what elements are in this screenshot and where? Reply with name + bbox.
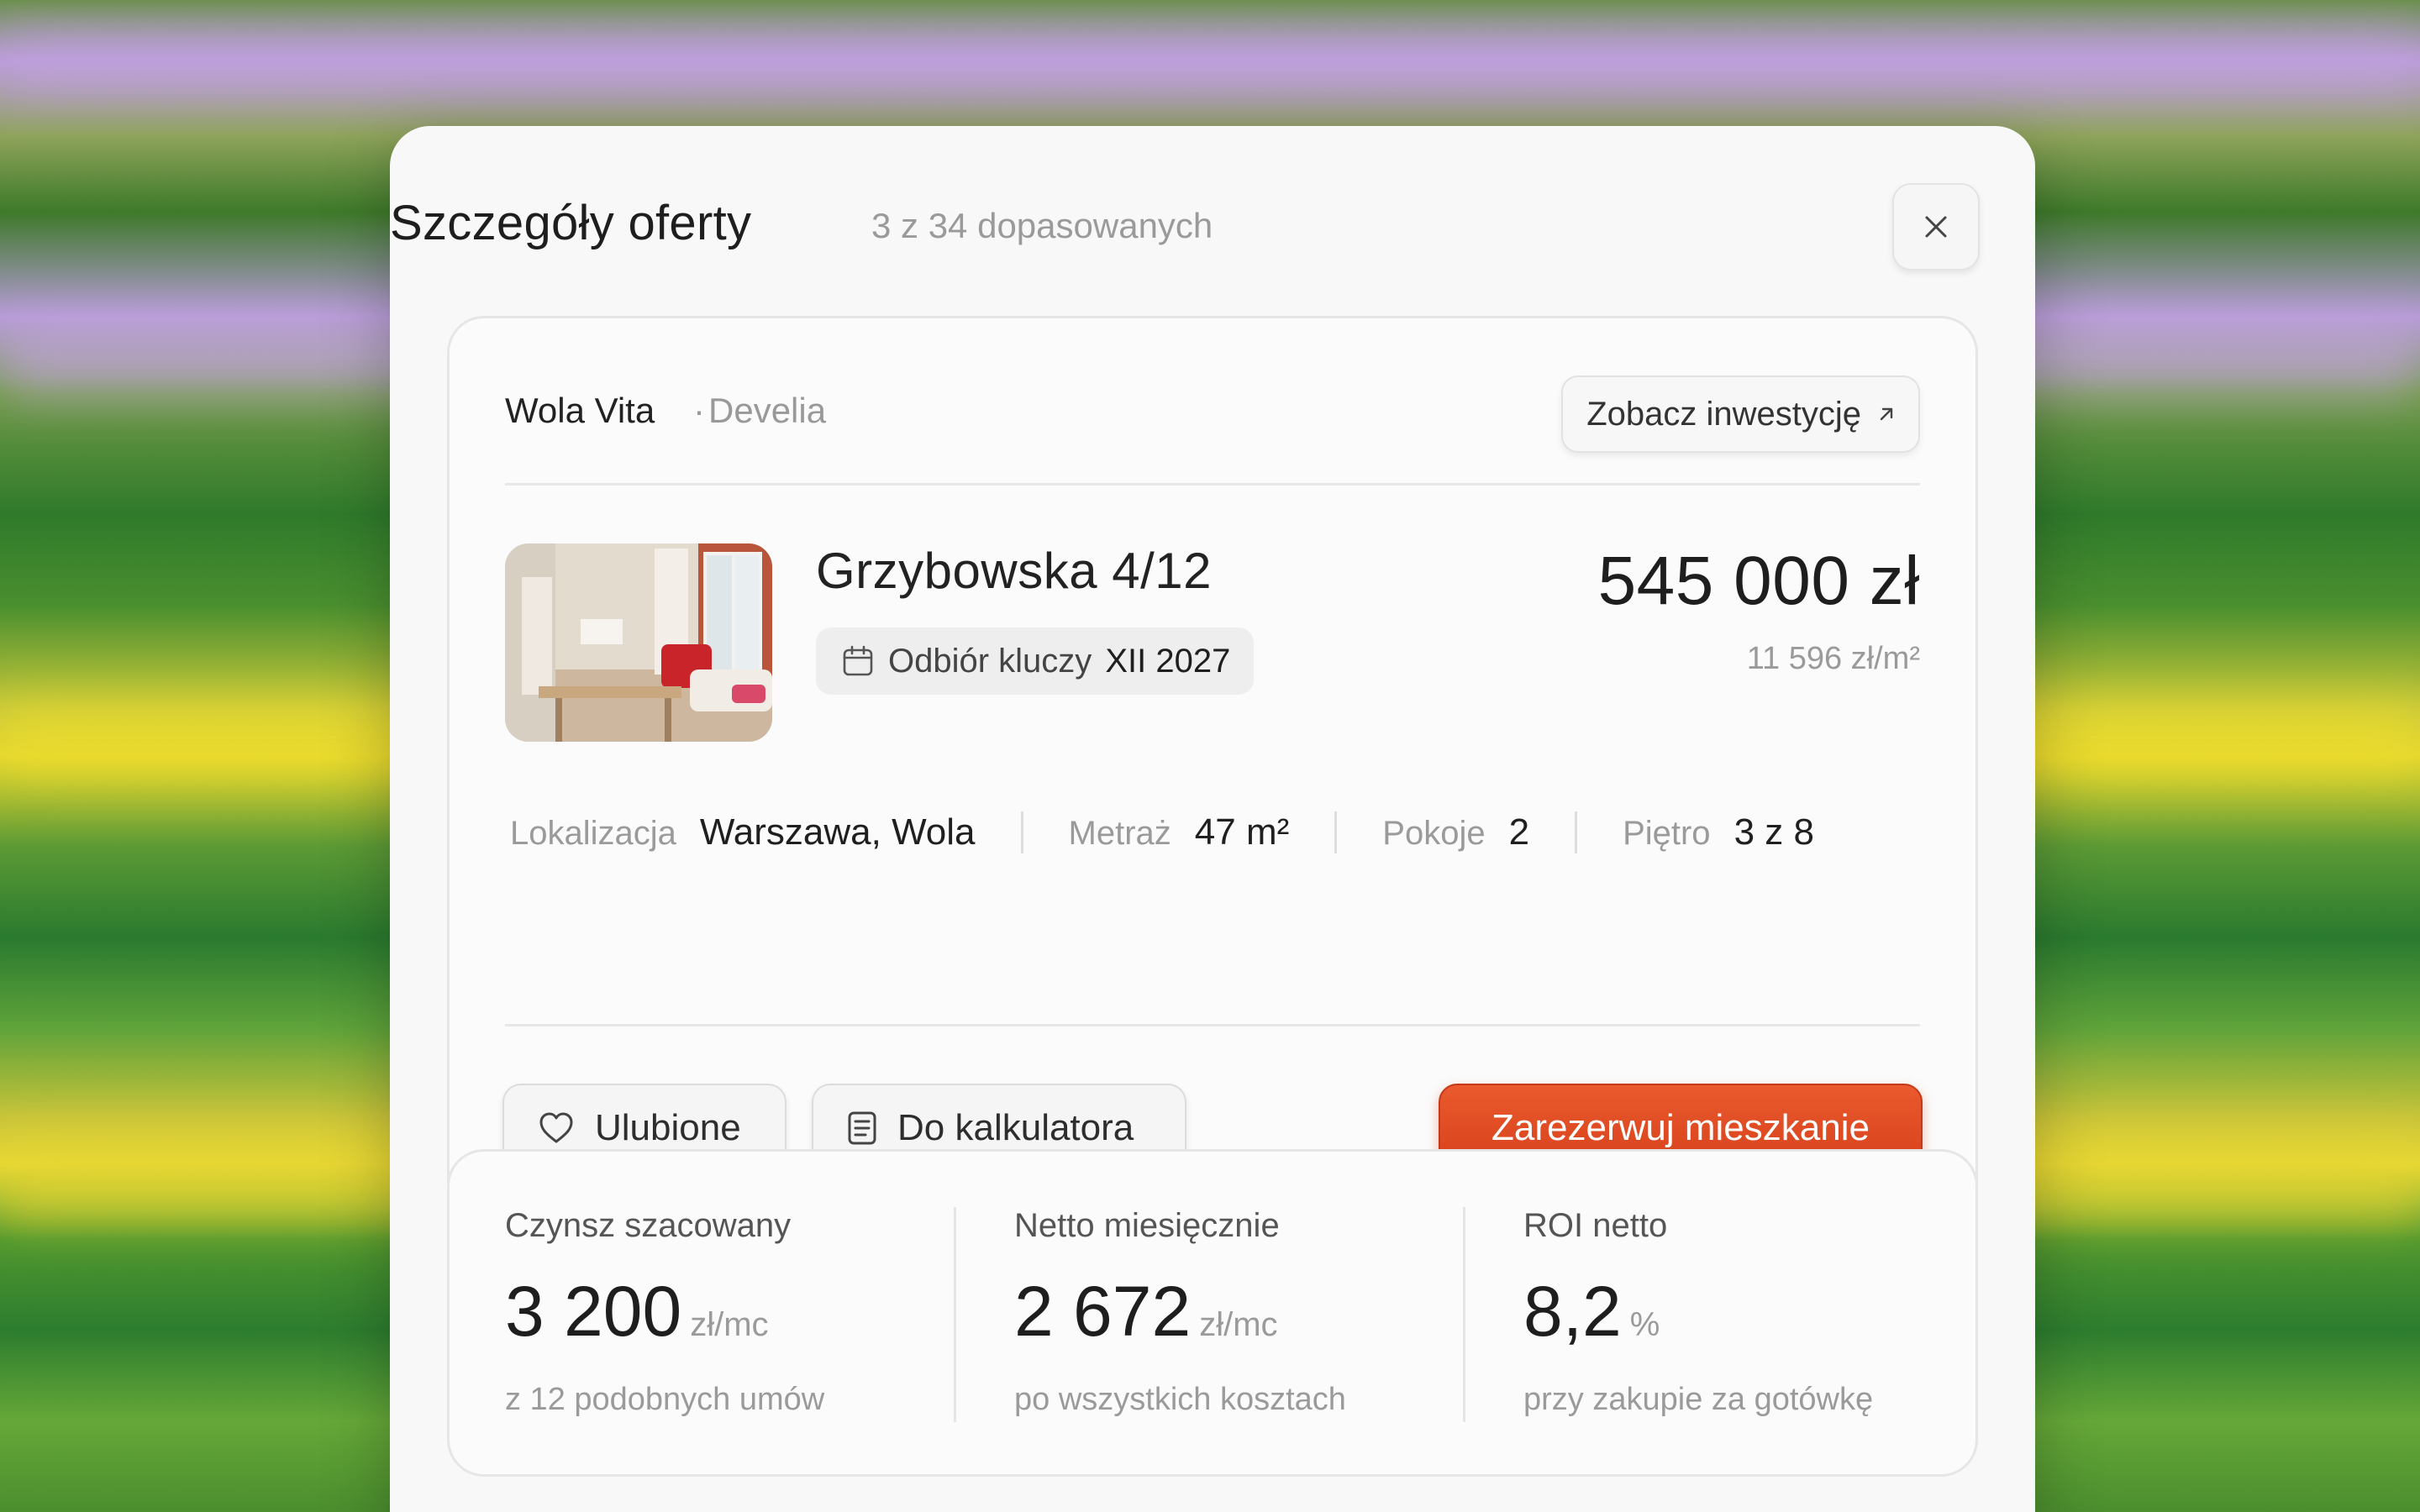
price: 545 000 zł	[1597, 543, 1920, 619]
developer-name: Develia	[708, 391, 827, 430]
spec-separator	[1020, 811, 1023, 853]
stat-divider	[954, 1207, 956, 1422]
apartment-address: Grzybowska 4/12	[816, 543, 1213, 599]
stat-label: Czynsz szacowany	[505, 1207, 792, 1244]
apartment-photo[interactable]	[505, 543, 772, 742]
stat-note: przy zakupie za gotówkę	[1523, 1382, 1874, 1417]
spec-label: Metraż	[1068, 815, 1171, 852]
spec-value: 3 z 8	[1733, 811, 1814, 853]
calculator-label: Do kalkulatora	[897, 1107, 1134, 1148]
calendar-icon	[843, 645, 873, 676]
close-button[interactable]	[1892, 183, 1980, 270]
spec-value: 47 m²	[1194, 811, 1290, 853]
spec-rooms: Pokoje 2	[1382, 811, 1529, 853]
spec-separator	[1334, 811, 1338, 853]
document-icon	[848, 1111, 876, 1145]
divider	[505, 483, 1920, 486]
spec-location: Lokalizacja Warszawa, Wola	[510, 811, 976, 853]
heart-icon	[539, 1112, 573, 1143]
view-investment-label: Zobacz inwestycję	[1586, 395, 1861, 433]
offer-details-modal: Szczegóły oferty 3 z 34 dopasowanych Wol…	[390, 126, 2035, 1512]
stat-note: z 12 podobnych umów	[505, 1382, 825, 1417]
stat-value: 8,2%	[1523, 1272, 1660, 1351]
favorite-label: Ulubione	[595, 1107, 741, 1148]
stat-label: ROI netto	[1523, 1207, 1668, 1244]
stat-unit: zł/mc	[1199, 1306, 1278, 1343]
investment-name: Wola Vita	[505, 391, 655, 430]
spec-value: 2	[1508, 811, 1530, 853]
spec-area: Metraż 47 m²	[1069, 811, 1290, 853]
keys-label: Odbiór kluczy	[888, 642, 1092, 680]
separator-dot: ·	[693, 391, 705, 430]
keys-handover-badge: Odbiór kluczy XII 2027	[816, 627, 1255, 695]
stat-divider	[1463, 1207, 1465, 1422]
close-icon	[1925, 216, 1947, 238]
match-counter: 3 z 34 dopasowanych	[871, 206, 1213, 245]
background-streak	[0, 34, 2420, 92]
reserve-label: Zarezerwuj mieszkanie	[1491, 1107, 1870, 1148]
spec-label: Piętro	[1623, 815, 1711, 852]
stat-label: Netto miesięcznie	[1014, 1207, 1280, 1244]
specs-row: Lokalizacja Warszawa, Wola Metraż 47 m² …	[510, 799, 1814, 866]
spec-label: Lokalizacja	[510, 815, 676, 852]
view-investment-button[interactable]: Zobacz inwestycję	[1561, 375, 1920, 453]
price-per-m2: 11 596 zł/m²	[1746, 641, 1920, 676]
modal-title: Szczegóły oferty	[390, 196, 752, 250]
stat-unit: %	[1629, 1306, 1660, 1343]
investment-stats-card: Czynsz szacowany 3 200 zł/mc z 12 podobny…	[447, 1149, 1978, 1477]
stat-note: po wszystkich kosztach	[1014, 1382, 1346, 1417]
spec-floor: Piętro 3 z 8	[1623, 811, 1814, 853]
stat-value: 3 200 zł/mc	[505, 1272, 769, 1351]
keys-date: XII 2027	[1105, 642, 1231, 680]
spec-value: Warszawa, Wola	[699, 811, 976, 853]
spec-label: Pokoje	[1382, 815, 1486, 852]
stat-value: 2 672 zł/mc	[1014, 1272, 1278, 1351]
external-arrow-icon	[1880, 407, 1893, 421]
stat-unit: zł/mc	[690, 1306, 769, 1343]
divider	[505, 1024, 1920, 1026]
spec-separator	[1575, 811, 1578, 853]
